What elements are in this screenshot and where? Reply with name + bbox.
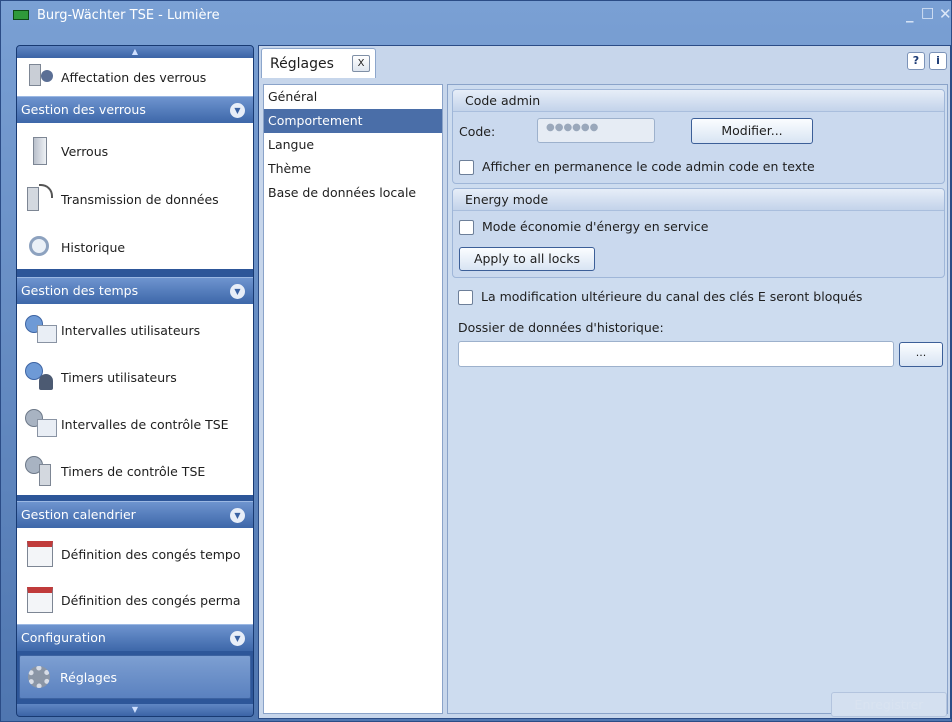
clock-calendar-icon [23, 313, 59, 347]
group-panel-configuration: Réglages [17, 651, 253, 706]
tab-close-button[interactable]: X [352, 55, 370, 72]
data-transmission-icon [23, 182, 59, 216]
sidebar-item-intervalles-tse[interactable]: Intervalles de contrôle TSE [21, 402, 249, 446]
group-header-temps[interactable]: Gestion des temps ▼ [17, 277, 253, 304]
sidebar-item-conges-perma[interactable]: Définition des congés perma [21, 578, 249, 622]
help-button[interactable]: ? [907, 52, 925, 70]
app-window: Burg-Wächter TSE - Lumière _ □ ✕ ▲ Affec… [0, 0, 952, 722]
energy-mode-header: Energy mode [453, 189, 944, 211]
maximize-button[interactable]: □ [921, 5, 934, 21]
sidebar-item-timers-tse[interactable]: Timers de contrôle TSE [21, 449, 249, 493]
lock-device-icon [23, 134, 59, 168]
sidebar-item-timers-utilisateurs[interactable]: Timers utilisateurs [21, 355, 249, 399]
info-button[interactable]: i [929, 52, 947, 70]
group-header-verrous[interactable]: Gestion des verrous ▼ [17, 96, 253, 123]
main-content: Réglages X ? i Général Comportement Lang… [258, 45, 951, 719]
app-icon [13, 10, 29, 20]
history-folder-input[interactable] [458, 341, 894, 367]
title-bar: Burg-Wächter TSE - Lumière _ □ ✕ [1, 1, 952, 31]
sidebar-item-transmission[interactable]: Transmission de données [21, 177, 249, 221]
code-label: Code: [459, 124, 496, 139]
sidebar-top-panel: Affectation des verrous [17, 58, 253, 96]
browse-button[interactable]: ... [899, 342, 943, 367]
collapse-icon[interactable]: ▼ [230, 103, 245, 118]
tab-reglages[interactable]: Réglages X [261, 48, 376, 78]
code-admin-header: Code admin [453, 90, 944, 112]
energy-saving-label: Mode économie d'énergy en service [482, 219, 709, 234]
category-item[interactable]: Base de données locale [264, 181, 442, 205]
modify-button[interactable]: Modifier... [691, 118, 813, 144]
minimize-button[interactable]: _ [906, 5, 914, 23]
save-button[interactable]: Enregistrer [831, 692, 947, 717]
settings-category-list: Général Comportement Langue Thème Base d… [263, 84, 443, 714]
group-panel-verrous: Verrous Transmission de données Historiq… [17, 123, 253, 269]
sidebar-item-reglages[interactable]: Réglages [19, 655, 251, 699]
sidebar-item-intervalles-utilisateurs[interactable]: Intervalles utilisateurs [21, 308, 249, 352]
close-button[interactable]: ✕ [939, 5, 952, 23]
clock-calendar-icon [23, 407, 59, 441]
group-panel-calendrier: Définition des congés tempo Définition d… [17, 528, 253, 626]
show-code-label: Afficher en permanence le code admin cod… [482, 159, 815, 174]
code-admin-group: Code admin Code: ●●●●●● Modifier... Affi… [452, 89, 945, 184]
show-code-checkbox[interactable] [459, 160, 474, 175]
category-item-selected[interactable]: Comportement [264, 109, 442, 133]
group-header-configuration[interactable]: Configuration ▼ [17, 624, 253, 651]
sidebar-scroll-down[interactable]: ▼ [17, 704, 253, 716]
collapse-icon[interactable]: ▼ [230, 284, 245, 299]
apply-all-locks-button[interactable]: Apply to all locks [459, 247, 595, 271]
sidebar-item-historique[interactable]: Historique [21, 225, 249, 269]
window-title: Burg-Wächter TSE - Lumière [37, 8, 220, 23]
history-magnifier-icon [23, 230, 59, 264]
calendar-icon [23, 583, 59, 617]
category-item[interactable]: Langue [264, 133, 442, 157]
energy-mode-group: Energy mode Mode économie d'énergy en se… [452, 188, 945, 278]
sidebar: ▲ Affectation des verrous Gestion des ve… [16, 45, 254, 717]
settings-pane: Code admin Code: ●●●●●● Modifier... Affi… [447, 84, 948, 714]
sidebar-item-affectation[interactable]: Affectation des verrous [21, 55, 249, 99]
calendar-icon [23, 537, 59, 571]
history-folder-label: Dossier de données d'historique: [458, 320, 664, 335]
lock-canal-checkbox[interactable] [458, 290, 473, 305]
collapse-icon[interactable]: ▼ [230, 631, 245, 646]
category-item[interactable]: Général [264, 85, 442, 109]
energy-saving-checkbox[interactable] [459, 220, 474, 235]
sidebar-item-conges-tempo[interactable]: Définition des congés tempo [21, 532, 249, 576]
lock-canal-label: La modification ultérieure du canal des … [481, 289, 863, 304]
group-header-calendrier[interactable]: Gestion calendrier ▼ [17, 501, 253, 528]
category-item[interactable]: Thème [264, 157, 442, 181]
clock-user-icon [23, 360, 59, 394]
gear-icon [22, 660, 58, 694]
lock-assign-icon [23, 60, 59, 94]
group-panel-temps: Intervalles utilisateurs Timers utilisat… [17, 304, 253, 495]
clock-lock-icon [23, 454, 59, 488]
code-input[interactable]: ●●●●●● [537, 118, 655, 143]
collapse-icon[interactable]: ▼ [230, 508, 245, 523]
sidebar-item-verrous[interactable]: Verrous [21, 129, 249, 173]
